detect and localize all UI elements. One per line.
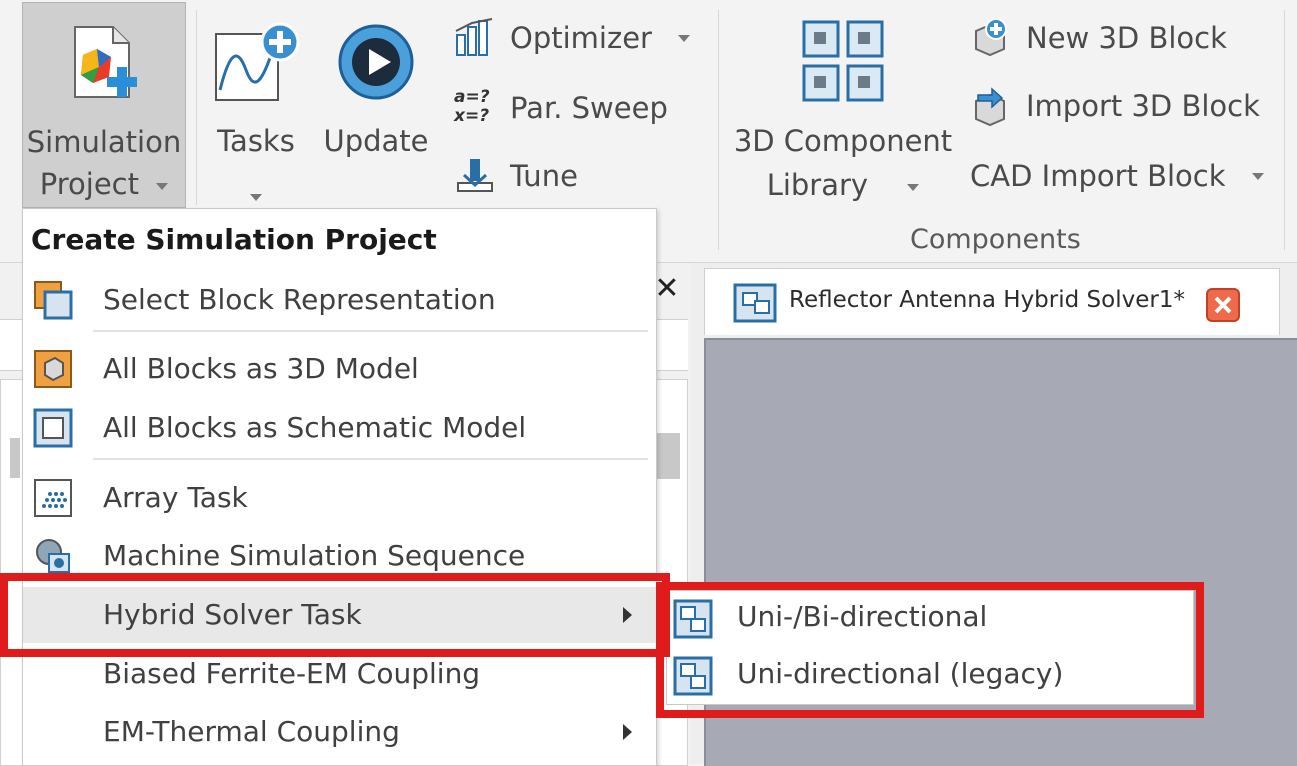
chevron-down-icon [907, 183, 920, 191]
ribbon-separator [718, 10, 719, 250]
tasks-icon [215, 22, 300, 101]
simulation-project-label-line1: Simulation [26, 125, 182, 159]
optimizer-label: Optimizer [510, 21, 652, 55]
chevron-down-icon [156, 182, 169, 190]
component-library-button[interactable]: 3D Component Library [728, 2, 958, 206]
tune-icon [457, 159, 493, 192]
menu-separator [93, 458, 648, 460]
tree-scroll-indicator [10, 438, 20, 478]
cad-import-block-button[interactable]: CAD Import Block [970, 152, 1270, 200]
array-task-icon [34, 479, 72, 517]
simulation-project-icon [74, 26, 137, 98]
update-button[interactable]: Update [318, 2, 434, 206]
schematic-model-icon [33, 408, 73, 448]
tasks-label: Tasks [217, 124, 295, 158]
new-3d-block-label: New 3D Block [1026, 21, 1227, 55]
3d-model-icon [34, 350, 72, 388]
menu-item-select-block-representation[interactable]: Select Block Representation [23, 272, 656, 328]
document-tab-title: Reflector Antenna Hybrid Solver1* [789, 287, 1185, 313]
new-block-icon [975, 18, 1007, 57]
chevron-down-icon [250, 194, 262, 201]
simulation-project-button[interactable]: Simulation Project [22, 2, 186, 208]
component-library-label-line1: 3D Component [733, 124, 953, 158]
scrollbar-thumb[interactable] [656, 433, 680, 479]
close-pane-icon[interactable]: ✕ [653, 274, 681, 304]
par-sweep-button[interactable]: a=? x=? Par. Sweep [454, 84, 704, 132]
tune-label: Tune [510, 159, 578, 193]
schematic-tab-icon [733, 283, 777, 323]
component-library-icon [802, 20, 884, 102]
cad-import-block-label: CAD Import Block [970, 159, 1226, 193]
menu-separator [93, 330, 648, 332]
tune-button[interactable]: Tune [454, 152, 704, 200]
update-label: Update [323, 124, 429, 158]
par-sweep-icon: a=? x=? [454, 87, 490, 126]
import-block-icon [975, 87, 1005, 127]
par-sweep-label: Par. Sweep [510, 91, 668, 125]
component-library-label-line2: Library [766, 168, 869, 202]
ribbon-separator [1284, 10, 1285, 250]
optimizer-icon [455, 18, 493, 56]
import-3d-block-button[interactable]: Import 3D Block [970, 82, 1270, 130]
block-representation-icon [34, 281, 73, 320]
menu-item-all-blocks-3d-model[interactable]: All Blocks as 3D Model [23, 341, 656, 397]
highlight-box-submenu [656, 582, 1204, 718]
ribbon-separator [196, 10, 197, 205]
optimizer-button[interactable]: Optimizer [454, 14, 704, 62]
highlight-box-hybrid-solver [0, 573, 670, 657]
machine-sequence-icon [36, 539, 70, 573]
chevron-down-icon [677, 34, 690, 42]
create-simulation-project-menu: Create Simulation Project Select Block R… [22, 208, 657, 766]
import-3d-block-label: Import 3D Block [1026, 89, 1260, 123]
menu-item-array-task[interactable]: Array Task [23, 470, 656, 526]
menu-item-all-blocks-schematic-model[interactable]: All Blocks as Schematic Model [23, 400, 656, 456]
tasks-button[interactable]: Tasks [200, 2, 312, 206]
menu-header: Create Simulation Project [31, 223, 437, 256]
simulation-project-label-line2: Project [23, 163, 185, 206]
menu-item-em-thermal-coupling[interactable]: EM-Thermal Coupling [23, 704, 656, 760]
new-3d-block-button[interactable]: New 3D Block [970, 14, 1260, 62]
components-group-label: Components [910, 224, 1081, 255]
play-icon [338, 24, 414, 100]
document-tab[interactable]: Reflector Antenna Hybrid Solver1* [704, 268, 1280, 335]
close-tab-icon[interactable] [1205, 287, 1241, 323]
chevron-right-icon [623, 724, 632, 740]
chevron-down-icon [1251, 172, 1264, 180]
